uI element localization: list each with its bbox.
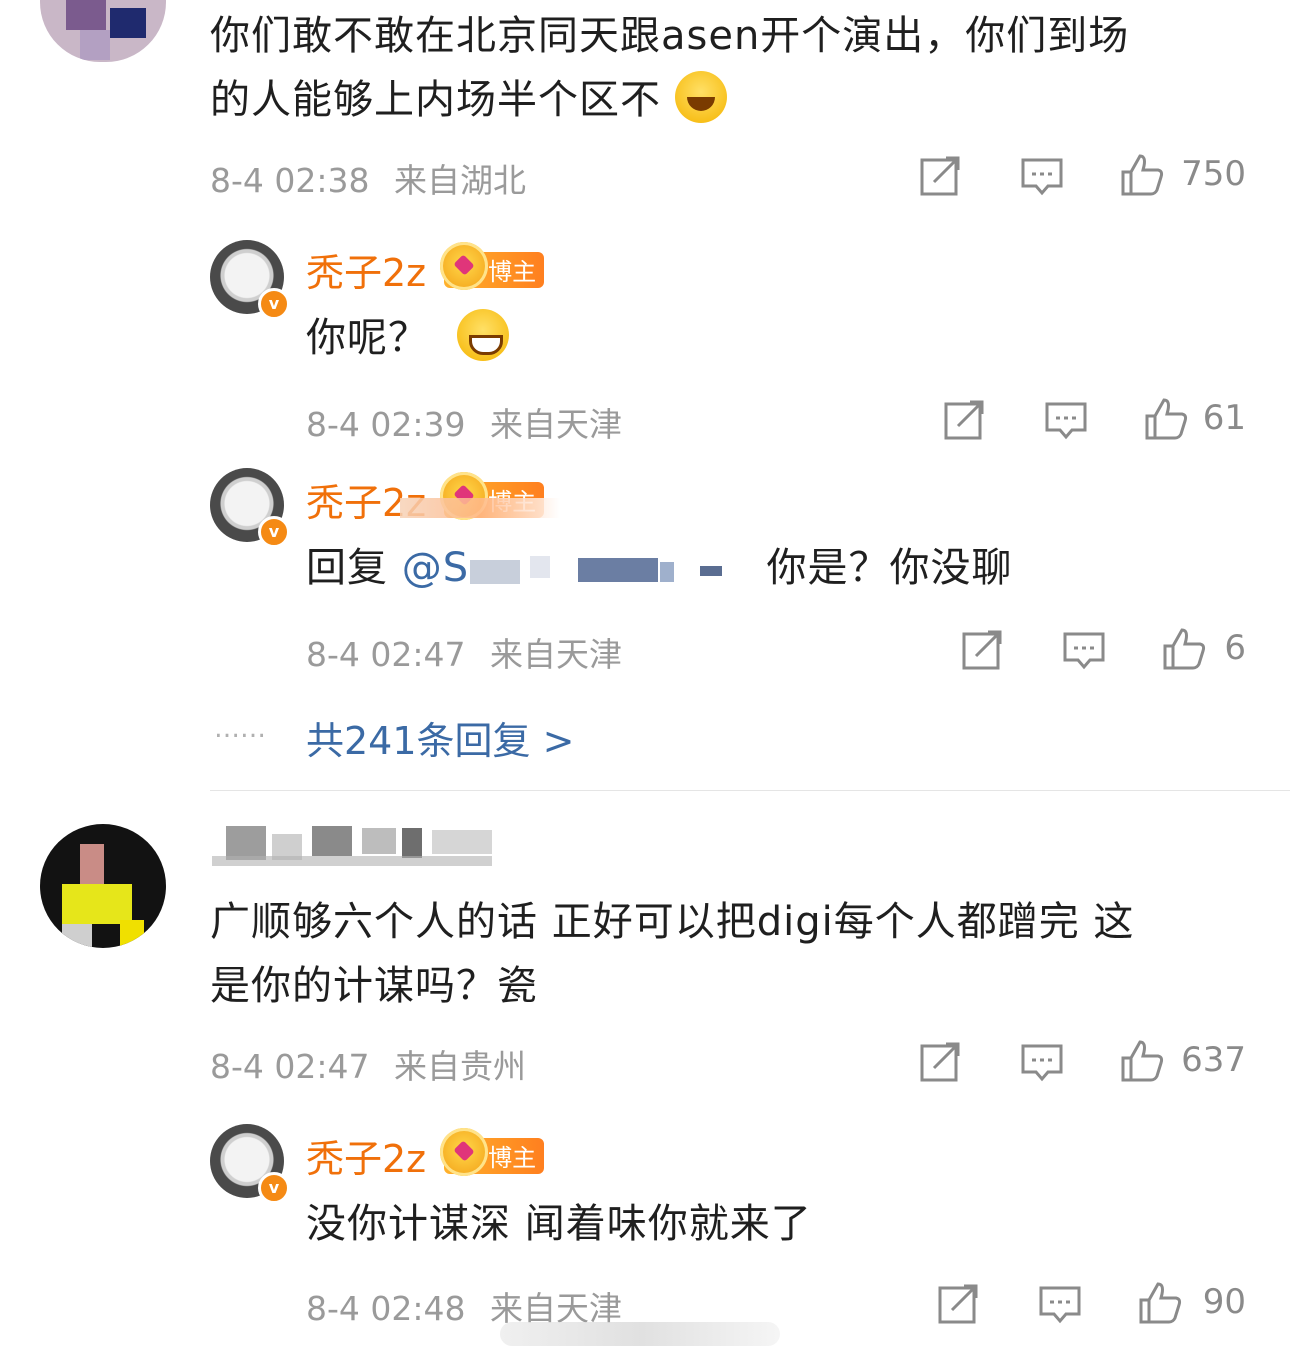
comment-location: 来自湖北: [394, 161, 526, 200]
comment-icon[interactable]: [1036, 1280, 1084, 1328]
verified-icon: v: [258, 516, 290, 548]
comment-time: 8-4 02:38: [210, 161, 370, 200]
share-icon[interactable]: [916, 152, 964, 200]
grinning-emoji-icon: [456, 309, 509, 361]
more-dots: ……: [214, 714, 266, 744]
divider: [210, 790, 1290, 791]
commenter-avatar[interactable]: [40, 824, 166, 948]
reply-time: 8-4 02:39: [306, 405, 466, 444]
share-icon[interactable]: [940, 396, 988, 444]
like-count: 637: [1181, 1040, 1246, 1080]
comment-icon[interactable]: [1018, 152, 1066, 200]
share-icon[interactable]: [958, 626, 1006, 674]
reply-location: 来自天津: [490, 635, 622, 674]
comment-location: 来自贵州: [394, 1047, 526, 1086]
redaction-mosaic: [470, 552, 730, 588]
thumbs-up-icon[interactable]: [1118, 150, 1166, 198]
reply-meta: 8-4 02:47 来自天津: [306, 628, 622, 676]
comment-text-line: 是你的计谋吗？瓷: [210, 963, 538, 1009]
comment-time: 8-4 02:47: [210, 1047, 370, 1086]
thumbs-up-icon[interactable]: [1136, 1278, 1184, 1326]
thumbs-up-icon[interactable]: [1142, 394, 1190, 442]
blogger-badge: 博主: [440, 241, 545, 290]
crown-icon: [440, 241, 489, 290]
reply-text-content: 你是？你没聊: [766, 545, 1013, 591]
blogger-badge: 博主: [440, 1127, 545, 1176]
redaction-mosaic: [400, 498, 560, 518]
badge-label: 博主: [488, 1144, 537, 1172]
commenter-name-redacted[interactable]: [212, 826, 502, 870]
reply-author-name[interactable]: 秃子2z: [306, 1128, 426, 1183]
comment-text-line: 的人能够上内场半个区不: [210, 77, 661, 123]
reply-text: 你呢？: [306, 306, 509, 370]
reply-text: 没你计谋深 闻着味你就来了: [306, 1201, 812, 1247]
verified-icon: v: [258, 1172, 290, 1204]
share-icon[interactable]: [916, 1038, 964, 1086]
mention-link[interactable]: @S: [402, 545, 469, 591]
like-count: 90: [1202, 1282, 1246, 1322]
reply-location: 来自天津: [490, 405, 622, 444]
reply-prefix: 回复: [306, 545, 388, 591]
comment-text: 广顺够六个人的话 正好可以把digi每个人都蹭完 这 是你的计谋吗？瓷: [210, 890, 1250, 1018]
thumbs-up-icon[interactable]: [1118, 1036, 1166, 1084]
view-all-replies-link[interactable]: 共241条回复 >: [306, 710, 574, 765]
thumbs-up-icon[interactable]: [1160, 624, 1208, 672]
comment-meta: 8-4 02:38 来自湖北: [210, 154, 526, 202]
badge-label: 博主: [488, 258, 537, 286]
verified-icon: v: [258, 288, 290, 320]
reply-author-name[interactable]: 秃子2z: [306, 242, 426, 297]
laughing-tears-emoji-icon: [674, 71, 727, 123]
comment-icon[interactable]: [1018, 1038, 1066, 1086]
reply-meta: 8-4 02:39 来自天津: [306, 398, 622, 446]
comment-text-line: 你们敢不敢在北京同天跟asen开个演出，你们到场: [210, 13, 1130, 59]
reply-text-content: 你呢？: [306, 315, 429, 361]
reply-time: 8-4 02:48: [306, 1289, 466, 1328]
like-count: 61: [1202, 398, 1246, 438]
reply-time: 8-4 02:47: [306, 635, 466, 674]
share-icon[interactable]: [934, 1280, 982, 1328]
comment-icon[interactable]: [1042, 396, 1090, 444]
comment-meta: 8-4 02:47 来自贵州: [210, 1040, 526, 1088]
comment-icon[interactable]: [1060, 626, 1108, 674]
crown-icon: [440, 1127, 489, 1176]
watermark: [500, 1322, 780, 1346]
like-count: 6: [1224, 628, 1246, 668]
comment-text: 你们敢不敢在北京同天跟asen开个演出，你们到场 的人能够上内场半个区不: [210, 4, 1250, 132]
commenter-avatar[interactable]: [40, 0, 166, 62]
like-count: 750: [1181, 154, 1246, 194]
comment-text-line: 广顺够六个人的话 正好可以把digi每个人都蹭完 这: [210, 899, 1135, 945]
